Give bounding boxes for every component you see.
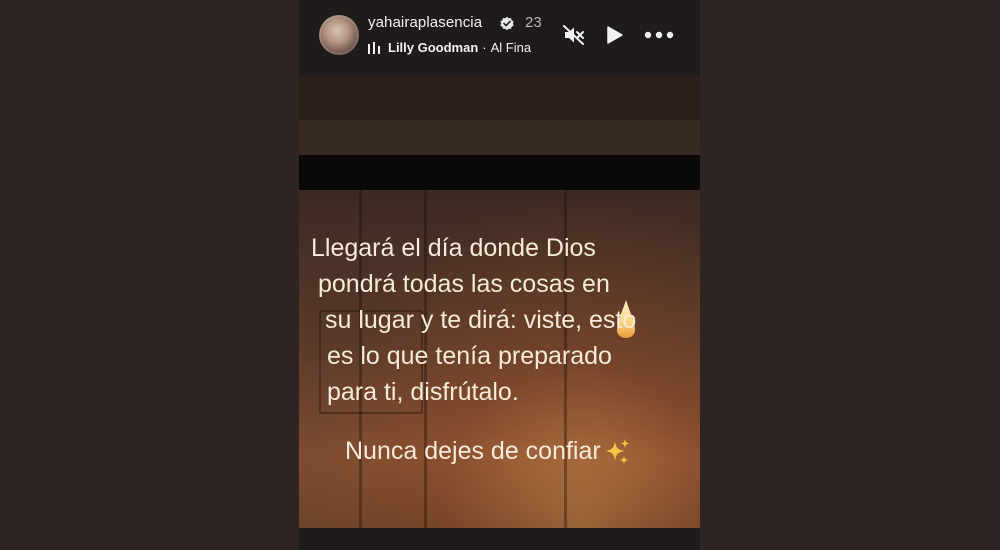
music-song-title: Al Fina — [490, 40, 532, 55]
quote-line: Llegará el día donde Dios — [311, 234, 596, 262]
play-icon — [607, 26, 623, 44]
quote-line: pondrá todas las cosas en — [318, 270, 610, 298]
quote-line: es lo que tenía preparado — [327, 342, 612, 370]
sparkles-icon — [604, 438, 630, 464]
story-header: yahairaplasencia 23 Lilly Goodman · Al F… — [299, 0, 700, 75]
closing-line: Nunca dejes de confiar — [345, 437, 631, 466]
mute-button[interactable] — [561, 22, 587, 48]
music-artist: Lilly Goodman — [388, 40, 479, 55]
video-letterbox — [299, 155, 700, 190]
story-quote-text: Llegará el día donde Dios pondrá todas l… — [311, 230, 700, 410]
timestamp: 23 — [525, 14, 542, 31]
floor-shadow — [299, 458, 700, 528]
verified-badge-icon — [500, 16, 514, 31]
story-viewer[interactable]: yahairaplasencia 23 Lilly Goodman · Al F… — [299, 0, 700, 550]
avatar[interactable] — [319, 15, 359, 55]
quote-line: para ti, disfrútalo. — [327, 378, 519, 406]
more-options-button[interactable] — [643, 22, 675, 48]
closing-line-text: Nunca dejes de confiar — [345, 437, 601, 465]
speaker-muted-icon — [563, 25, 584, 45]
music-info[interactable]: Lilly Goodman · Al Fina — [368, 40, 531, 55]
play-button[interactable] — [601, 22, 627, 48]
audio-bars-icon — [368, 41, 380, 54]
music-separator: · — [482, 40, 487, 55]
story-footer-bar — [299, 528, 700, 550]
more-options-icon — [644, 31, 674, 39]
quote-line: su lugar y te dirá: viste, esto — [325, 306, 637, 334]
username[interactable]: yahairaplasencia — [368, 14, 482, 31]
